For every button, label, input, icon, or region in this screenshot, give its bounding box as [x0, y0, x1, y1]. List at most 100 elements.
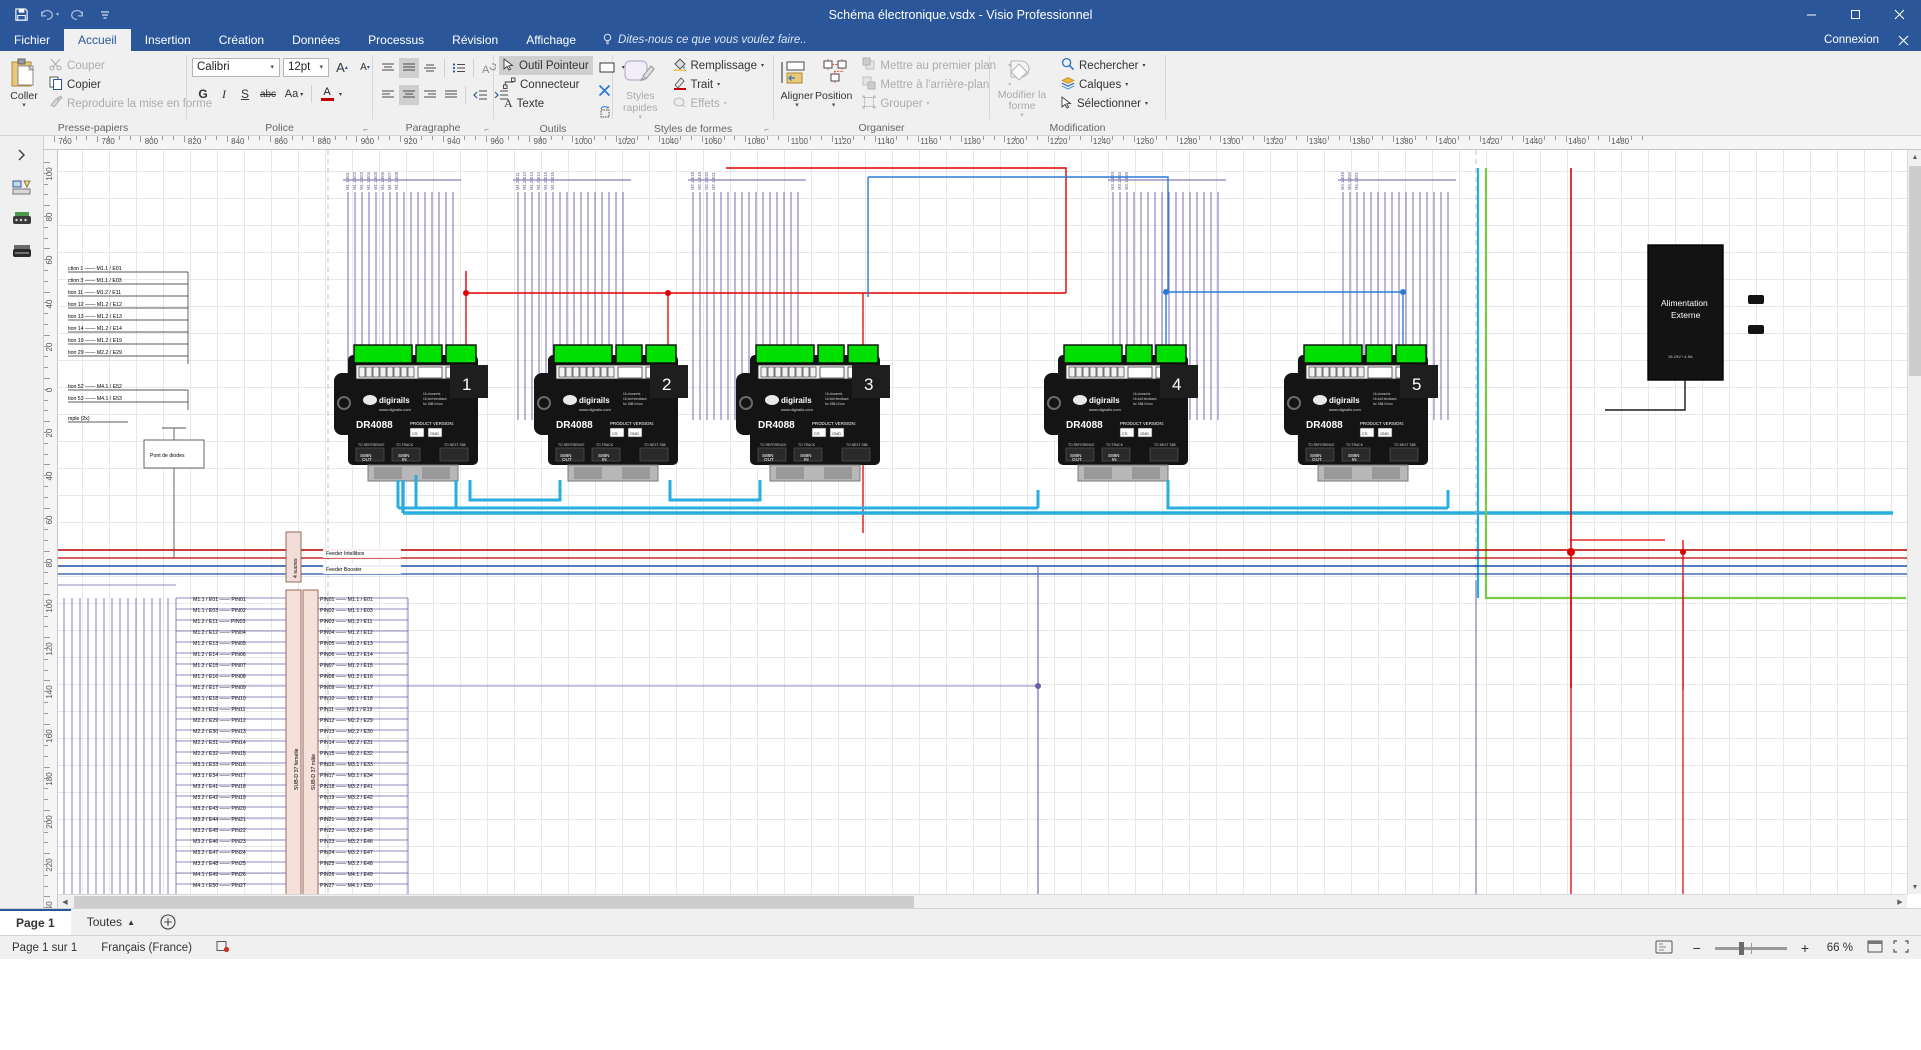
ruler-tick: [702, 136, 703, 142]
sign-in-button[interactable]: Connexion: [1824, 29, 1879, 51]
effects-button[interactable]: Effets ▾: [669, 94, 769, 113]
vertical-ruler[interactable]: 1008060402002040608010012014016018020022…: [44, 150, 58, 908]
align-top-button[interactable]: [378, 58, 398, 78]
decrease-indent-button[interactable]: [470, 85, 490, 105]
electrical-stencil-icon[interactable]: [5, 204, 39, 234]
align-middle-button[interactable]: [399, 58, 419, 78]
save-icon[interactable]: [8, 3, 34, 27]
select-button[interactable]: Sélectionner ▾: [1057, 94, 1152, 113]
scroll-up-arrow[interactable]: ▲: [1908, 150, 1921, 164]
redo-icon[interactable]: [64, 3, 90, 27]
drawing-page[interactable]: digirails www.digirails.com 16-channels …: [58, 150, 1907, 894]
align-bottom-button[interactable]: [420, 58, 440, 78]
tab-revision[interactable]: Révision: [438, 29, 512, 51]
text-tool-button[interactable]: A Texte: [499, 94, 593, 113]
tab-donnees[interactable]: Données: [278, 29, 354, 51]
layers-button[interactable]: Calques ▾: [1057, 75, 1152, 94]
tab-insertion[interactable]: Insertion: [131, 29, 205, 51]
align-caret-icon[interactable]: ▾: [795, 102, 799, 109]
schematic-drawing[interactable]: digirails www.digirails.com 16-channels …: [58, 150, 1907, 894]
align-center-button[interactable]: [399, 85, 419, 105]
find-button[interactable]: Rechercher ▾: [1057, 56, 1152, 75]
horizontal-scrollbar[interactable]: ◀ ▶: [58, 894, 1907, 908]
scroll-right-arrow[interactable]: ▶: [1893, 895, 1907, 908]
more-shapes-icon[interactable]: [5, 236, 39, 266]
close-button[interactable]: [1877, 0, 1921, 29]
shape-styles-dialog-launcher[interactable]: ⌐: [764, 125, 769, 134]
undo-icon[interactable]: ▾: [36, 3, 62, 27]
bold-button[interactable]: G: [193, 84, 213, 104]
align-right-button[interactable]: [420, 85, 440, 105]
horizontal-ruler[interactable]: 7607808008208408608809009209409609801000…: [44, 136, 1921, 150]
scroll-down-arrow[interactable]: ▼: [1908, 880, 1921, 894]
tab-fichier[interactable]: Fichier: [0, 29, 64, 51]
font-color-button[interactable]: A: [316, 84, 338, 104]
pin-row-left: M3.2 / E48 —— PIN25: [193, 861, 246, 867]
tell-me-search[interactable]: Dites-nous ce que vous voulez faire..: [590, 29, 807, 51]
rotate-tool-button[interactable]: [595, 102, 615, 122]
zoom-in-button[interactable]: +: [1795, 940, 1815, 956]
tab-affichage[interactable]: Affichage: [512, 29, 590, 51]
paragraph-dialog-launcher[interactable]: ⌐: [484, 125, 489, 134]
ruler-minor-tick: [1577, 136, 1578, 140]
all-pages-menu[interactable]: Toutes ▲: [71, 909, 151, 935]
macro-record-icon[interactable]: [204, 939, 242, 956]
font-size-select[interactable]: 12pt ▾: [283, 58, 329, 77]
vertical-scrollbar[interactable]: ▲ ▼: [1907, 150, 1921, 894]
pin-row-left: M1.2 / E12 —— PIN04: [193, 630, 246, 636]
decrease-font-size-button[interactable]: A▾: [355, 57, 375, 77]
tab-accueil[interactable]: Accueil: [64, 29, 131, 51]
bullets-button[interactable]: [449, 58, 469, 78]
zoom-level-label[interactable]: 66 %: [1817, 942, 1861, 954]
pointer-tool-button[interactable]: Outil Pointeur: [499, 56, 593, 75]
change-case-button[interactable]: Aa▾: [281, 84, 307, 104]
collapse-ribbon-icon[interactable]: [1898, 29, 1909, 51]
align-justify-button[interactable]: [441, 85, 461, 105]
normal-view-icon[interactable]: [1863, 940, 1887, 956]
module-number-5: 5: [1412, 375, 1421, 394]
align-button[interactable]: Aligner ▾: [779, 54, 815, 111]
minimize-button[interactable]: [1789, 0, 1833, 29]
fit-page-icon[interactable]: [1643, 940, 1685, 957]
align-left-button[interactable]: [378, 85, 398, 105]
customize-qat-icon[interactable]: [92, 3, 118, 27]
fill-button[interactable]: Remplissage ▾: [669, 56, 769, 75]
ruler-minor-tick: [44, 745, 48, 746]
page-tab-page1[interactable]: Page 1: [0, 909, 71, 935]
tab-creation[interactable]: Création: [205, 29, 278, 51]
quick-styles-button[interactable]: Styles rapides ▾: [618, 54, 663, 123]
quick-shapes-stencil-icon[interactable]: [5, 172, 39, 202]
zoom-slider-handle[interactable]: [1739, 942, 1744, 955]
quick-styles-caret-icon[interactable]: ▾: [638, 114, 642, 121]
scroll-left-arrow[interactable]: ◀: [58, 895, 72, 908]
zoom-slider[interactable]: [1715, 947, 1787, 950]
delete-tool-button[interactable]: [595, 80, 615, 100]
connector-tool-button[interactable]: Connecteur: [499, 75, 593, 94]
expand-shapes-icon[interactable]: [5, 140, 39, 170]
language-status[interactable]: Français (France): [89, 942, 204, 954]
page-count-status[interactable]: Page 1 sur 1: [0, 942, 89, 954]
font-family-select[interactable]: Calibri ▾: [192, 58, 280, 77]
underline-button[interactable]: S: [235, 84, 255, 104]
line-button[interactable]: Trait ▾: [669, 75, 769, 94]
full-screen-icon[interactable]: [1889, 940, 1913, 956]
font-color-caret-icon[interactable]: ▾: [339, 91, 342, 98]
horizontal-scroll-thumb[interactable]: [74, 896, 914, 908]
strikethrough-button[interactable]: abc: [256, 84, 280, 104]
paste-button[interactable]: Coller ▾: [9, 54, 39, 111]
vertical-scroll-thumb[interactable]: [1909, 166, 1921, 376]
italic-button[interactable]: I: [214, 84, 234, 104]
position-button[interactable]: Position ▾: [815, 54, 852, 111]
ruler-minor-tick: [1620, 136, 1621, 140]
zoom-out-button[interactable]: −: [1687, 940, 1707, 956]
tab-processus[interactable]: Processus: [354, 29, 438, 51]
increase-font-size-button[interactable]: A▴: [332, 57, 352, 77]
ruler-tick: [572, 136, 573, 142]
position-caret-icon[interactable]: ▾: [832, 102, 836, 109]
change-shape-button[interactable]: Modifier la forme ▾: [995, 54, 1049, 121]
change-shape-caret-icon[interactable]: ▾: [1020, 112, 1024, 119]
paste-caret-icon[interactable]: ▾: [22, 102, 26, 109]
add-page-button[interactable]: [151, 909, 185, 935]
font-dialog-launcher[interactable]: ⌐: [363, 125, 368, 134]
restore-button[interactable]: [1833, 0, 1877, 29]
